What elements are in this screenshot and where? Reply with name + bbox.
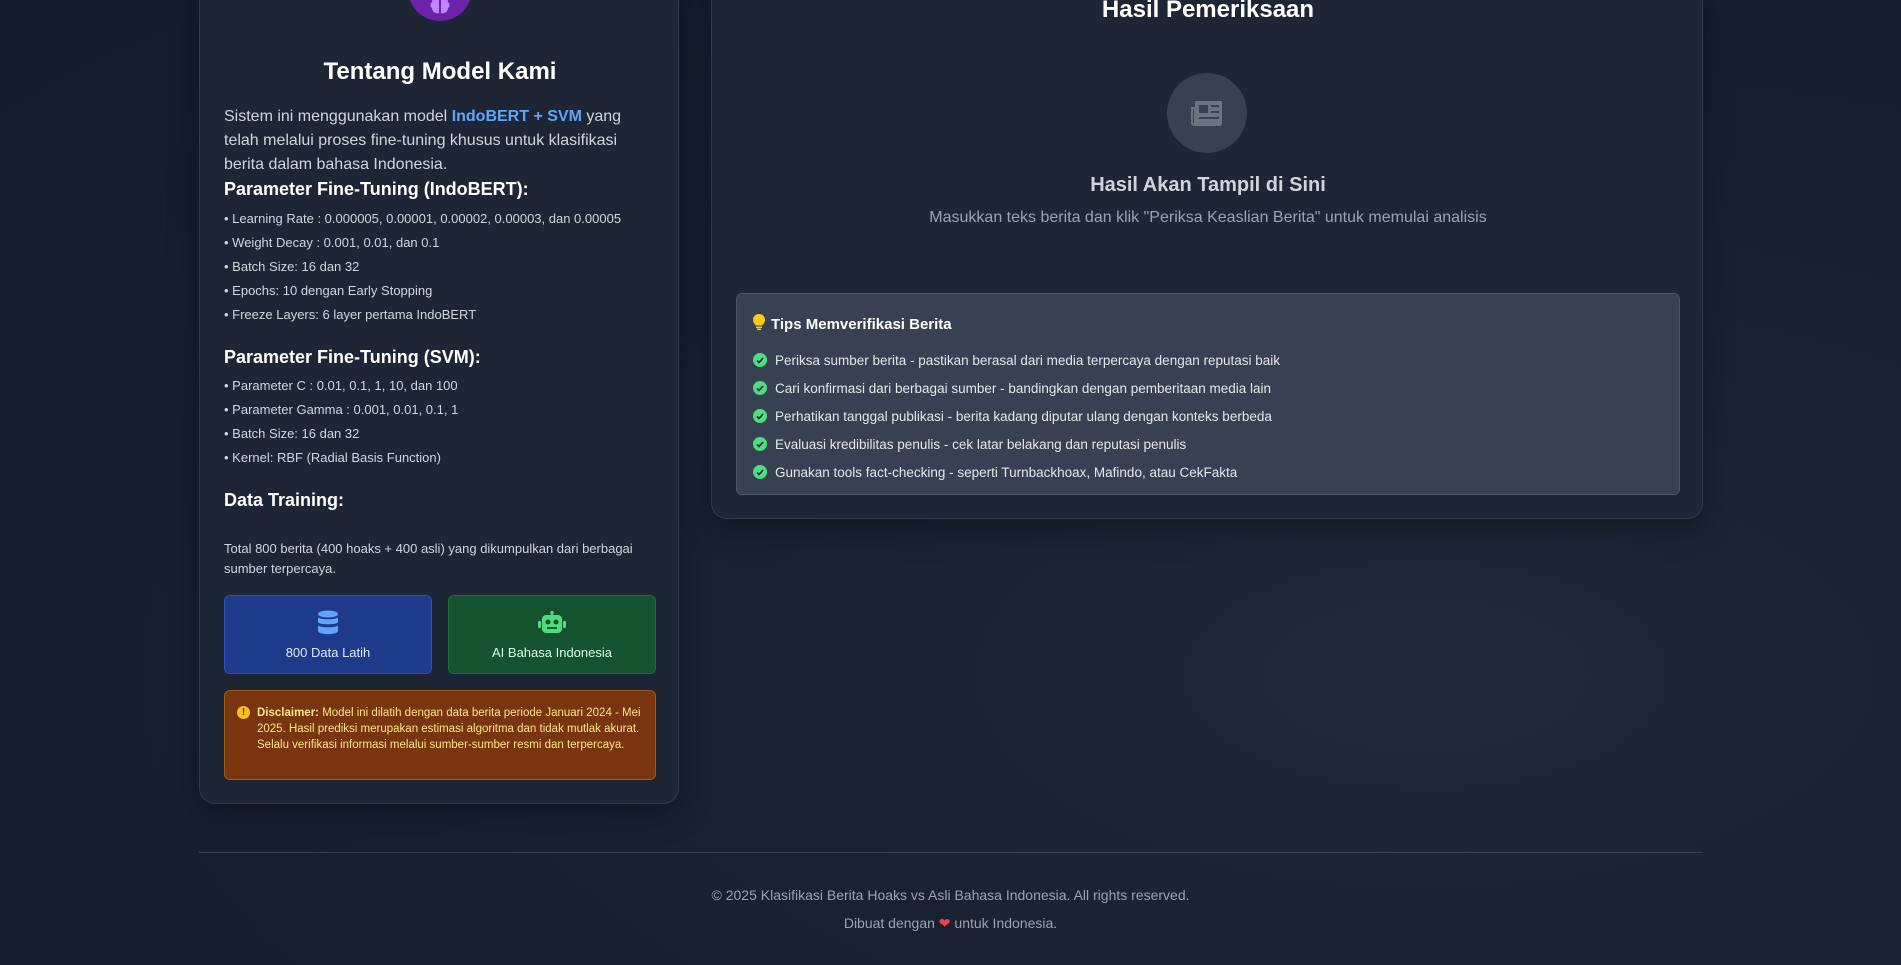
tip-item: Periksa sumber berita - pastikan berasal…: [753, 346, 1663, 374]
robot-icon: [537, 609, 567, 637]
list-item: • Learning Rate : 0.000005, 0.00001, 0.0…: [224, 211, 622, 226]
tip-text: Perhatikan tanggal publikasi - berita ka…: [775, 408, 1272, 424]
training-title: Data Training:: [224, 490, 345, 510]
tip-item: Evaluasi kredibilitas penulis - cek lata…: [753, 430, 1663, 458]
exclamation-circle-icon: !: [237, 706, 250, 719]
tip-text: Periksa sumber berita - pastikan berasal…: [775, 352, 1281, 368]
tips-title-text: Tips Memverifikasi Berita: [771, 315, 952, 333]
check-circle-icon: [753, 381, 767, 395]
tip-item: Perhatikan tanggal publikasi - berita ka…: [753, 402, 1663, 430]
stat-ai-label: AI Bahasa Indonesia: [492, 645, 612, 660]
stat-ai-language: AI Bahasa Indonesia: [448, 595, 656, 674]
result-card: Hasil Pemeriksaan Hasil Akan Tampil di S…: [711, 0, 1703, 519]
about-title: Tentang Model Kami: [323, 58, 557, 85]
list-item: • Weight Decay : 0.001, 0.01, dan 0.1: [224, 235, 440, 250]
newspaper-icon: [1167, 73, 1247, 153]
database-icon: [317, 609, 339, 637]
list-item: • Parameter C : 0.01, 0.1, 1, 10, dan 10…: [224, 378, 458, 393]
indobert-params-title: Parameter Fine-Tuning (IndoBERT):: [224, 179, 529, 199]
list-item: • Epochs: 10 dengan Early Stopping: [224, 283, 433, 298]
tip-text: Evaluasi kredibilitas penulis - cek lata…: [775, 436, 1187, 452]
list-item: • Kernel: RBF (Radial Basis Function): [224, 450, 441, 465]
svm-params-list: • Parameter C : 0.01, 0.1, 1, 10, dan 10…: [224, 374, 664, 470]
result-title: Hasil Pemeriksaan: [1101, 0, 1315, 23]
stat-training-data: 800 Data Latih: [224, 595, 432, 674]
list-item: • Batch Size: 16 dan 32: [224, 426, 360, 441]
made-with-text: Dibuat dengan: [843, 915, 939, 931]
list-item: • Freeze Layers: 6 layer pertama IndoBER…: [224, 307, 477, 322]
footer-copyright: © 2025 Klasifikasi Berita Hoaks vs Asli …: [711, 887, 1190, 903]
training-description: Total 800 berita (400 hoaks + 400 asli) …: [224, 541, 633, 576]
about-model-card: Tentang Model Kami Sistem ini menggunaka…: [199, 0, 679, 804]
list-item: • Batch Size: 16 dan 32: [224, 259, 360, 274]
disclaimer-box: ! Disclaimer: Model ini dilatih dengan d…: [224, 690, 656, 780]
check-circle-icon: [753, 409, 767, 423]
tip-item: Gunakan tools fact-checking - seperti Tu…: [753, 458, 1663, 486]
intro-text: Sistem ini menggunakan model: [224, 108, 452, 125]
check-circle-icon: [753, 437, 767, 451]
tips-title: Tips Memverifikasi Berita: [753, 314, 1663, 334]
model-intro: Sistem ini menggunakan model IndoBERT + …: [224, 105, 656, 177]
svm-params-title: Parameter Fine-Tuning (SVM):: [224, 347, 481, 367]
disclaimer-label: Disclaimer:: [257, 707, 320, 719]
check-circle-icon: [753, 353, 767, 367]
tip-text: Cari konfirmasi dari berbagai sumber - b…: [775, 380, 1272, 396]
indobert-params-list: • Learning Rate : 0.000005, 0.00001, 0.0…: [224, 207, 664, 327]
made-for-text: untuk Indonesia.: [950, 915, 1058, 931]
tip-text: Gunakan tools fact-checking - seperti Tu…: [775, 464, 1238, 480]
stat-training-label: 800 Data Latih: [285, 645, 371, 660]
verification-tips: Tips Memverifikasi Berita Periksa sumber…: [736, 293, 1680, 495]
tip-item: Cari konfirmasi dari berbagai sumber - b…: [753, 374, 1663, 402]
brain-icon: [408, 0, 472, 21]
result-placeholder-text: Masukkan teks berita dan klik "Periksa K…: [929, 209, 1487, 226]
model-highlight: IndoBERT + SVM: [451, 108, 582, 125]
list-item: • Parameter Gamma : 0.001, 0.01, 0.1, 1: [224, 402, 459, 417]
lightbulb-icon: [753, 314, 765, 334]
heart-icon: ❤: [938, 915, 951, 931]
footer-made-with: Dibuat dengan ❤ untuk Indonesia.: [0, 915, 1901, 932]
footer-divider: [199, 852, 1703, 853]
check-circle-icon: [753, 465, 767, 479]
result-placeholder-heading: Hasil Akan Tampil di Sini: [1090, 174, 1326, 196]
